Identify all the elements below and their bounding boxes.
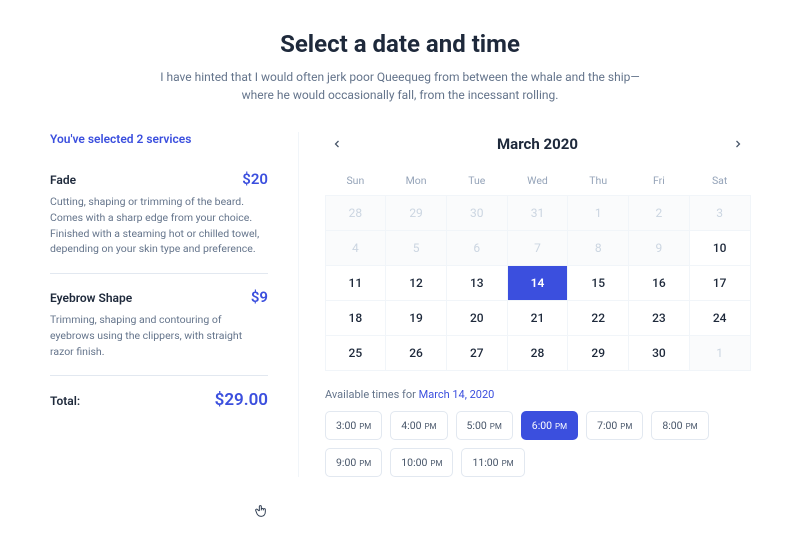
calendar-day[interactable]: 18 — [325, 300, 387, 336]
next-month-button[interactable] — [726, 132, 750, 156]
time-slot-ampm: PM — [357, 422, 371, 431]
prev-month-button[interactable] — [325, 132, 349, 156]
available-times-label: Available times for March 14, 2020 — [325, 388, 750, 401]
calendar-day[interactable]: 1 — [567, 195, 629, 231]
time-slot-time: 9:00 — [336, 456, 356, 469]
service-description: Trimming, shaping and contouring of eyeb… — [50, 312, 268, 359]
calendar-day[interactable]: 4 — [325, 230, 387, 266]
selected-services-heading: You've selected 2 services — [50, 132, 268, 146]
available-times-date: March 14, 2020 — [419, 388, 495, 401]
calendar-day[interactable]: 30 — [446, 195, 508, 231]
time-slot-ampm: PM — [428, 459, 442, 468]
calendar-day[interactable]: 28 — [507, 335, 569, 371]
cursor-pointer-icon — [254, 503, 270, 519]
calendar-day[interactable]: 29 — [385, 195, 447, 231]
time-slot-time: 10:00 — [401, 456, 427, 469]
calendar-day[interactable]: 26 — [385, 335, 447, 371]
calendar-dow: Tue — [446, 168, 507, 195]
service-description: Cutting, shaping or trimming of the bear… — [50, 194, 268, 257]
calendar-month-label: March 2020 — [497, 135, 578, 153]
time-slot[interactable]: 7:00 PM — [586, 411, 643, 440]
service-item: Eyebrow Shape $9 Trimming, shaping and c… — [50, 288, 268, 376]
time-slot-time: 11:00 — [472, 456, 498, 469]
calendar-day[interactable]: 27 — [446, 335, 508, 371]
calendar-day[interactable]: 21 — [507, 300, 569, 336]
available-times-prefix: Available times for — [325, 388, 419, 401]
total-value: $29.00 — [215, 390, 268, 410]
time-slot-ampm: PM — [618, 422, 632, 431]
time-slot-ampm: PM — [357, 459, 371, 468]
calendar-day[interactable]: 11 — [325, 265, 387, 301]
calendar-day[interactable]: 2 — [628, 195, 690, 231]
calendar-panel: March 2020 SunMonTueWedThuFriSat 2829303… — [298, 132, 750, 477]
time-slot-time: 5:00 — [467, 419, 487, 432]
time-slot-time: 7:00 — [597, 419, 617, 432]
calendar-day[interactable]: 5 — [385, 230, 447, 266]
calendar-dow-row: SunMonTueWedThuFriSat — [325, 168, 750, 195]
service-price: $9 — [251, 288, 268, 306]
calendar-dow: Fri — [629, 168, 690, 195]
time-slot-selected[interactable]: 6:00 PM — [521, 411, 578, 440]
calendar-day[interactable]: 1 — [689, 335, 751, 371]
calendar-day[interactable]: 31 — [507, 195, 569, 231]
time-slot-time: 4:00 — [401, 419, 421, 432]
calendar-day[interactable]: 23 — [628, 300, 690, 336]
calendar-dow: Sat — [689, 168, 750, 195]
time-slot[interactable]: 3:00 PM — [325, 411, 382, 440]
time-slot[interactable]: 8:00 PM — [651, 411, 708, 440]
calendar-dow: Sun — [325, 168, 386, 195]
calendar-day[interactable]: 13 — [446, 265, 508, 301]
time-slot-ampm: PM — [423, 422, 437, 431]
calendar-day[interactable]: 25 — [325, 335, 387, 371]
time-slot[interactable]: 10:00 PM — [390, 448, 453, 477]
calendar-day[interactable]: 7 — [507, 230, 569, 266]
total-label: Total: — [50, 394, 80, 408]
calendar-day[interactable]: 12 — [385, 265, 447, 301]
calendar-dow: Wed — [507, 168, 568, 195]
calendar-days-grid: 2829303112345678910111213141516171819202… — [325, 195, 750, 370]
chevron-right-icon — [732, 138, 744, 150]
service-name: Fade — [50, 173, 76, 187]
time-slot[interactable]: 9:00 PM — [325, 448, 382, 477]
time-slot[interactable]: 5:00 PM — [456, 411, 513, 440]
time-slot-ampm: PM — [684, 422, 698, 431]
calendar-day[interactable]: 15 — [567, 265, 629, 301]
calendar-day[interactable]: 9 — [628, 230, 690, 266]
calendar-day[interactable]: 19 — [385, 300, 447, 336]
time-slot-ampm: PM — [553, 422, 567, 431]
service-name: Eyebrow Shape — [50, 291, 132, 305]
calendar-day[interactable]: 10 — [689, 230, 751, 266]
time-slot-time: 6:00 — [532, 419, 552, 432]
calendar-day[interactable]: 3 — [689, 195, 751, 231]
time-slot[interactable]: 11:00 PM — [461, 448, 524, 477]
service-item: Fade $20 Cutting, shaping or trimming of… — [50, 170, 268, 274]
total-row: Total: $29.00 — [50, 390, 268, 410]
calendar-dow: Mon — [386, 168, 447, 195]
calendar-day[interactable]: 20 — [446, 300, 508, 336]
chevron-left-icon — [331, 138, 343, 150]
calendar-day[interactable]: 29 — [567, 335, 629, 371]
page-title: Select a date and time — [50, 30, 750, 58]
calendar-day-selected[interactable]: 14 — [507, 265, 569, 301]
page-subtitle: I have hinted that I would often jerk po… — [160, 68, 640, 104]
calendar-day[interactable]: 16 — [628, 265, 690, 301]
services-sidebar: You've selected 2 services Fade $20 Cutt… — [50, 132, 268, 477]
service-price: $20 — [242, 170, 268, 188]
time-slots: 3:00 PM4:00 PM5:00 PM6:00 PM7:00 PM8:00 … — [325, 411, 750, 477]
calendar-day[interactable]: 30 — [628, 335, 690, 371]
calendar-day[interactable]: 8 — [567, 230, 629, 266]
calendar-day[interactable]: 6 — [446, 230, 508, 266]
time-slot-ampm: PM — [488, 422, 502, 431]
time-slot-ampm: PM — [500, 459, 514, 468]
calendar-day[interactable]: 24 — [689, 300, 751, 336]
calendar-day[interactable]: 22 — [567, 300, 629, 336]
time-slot-time: 3:00 — [336, 419, 356, 432]
calendar-day[interactable]: 17 — [689, 265, 751, 301]
time-slot[interactable]: 4:00 PM — [390, 411, 447, 440]
calendar-dow: Thu — [568, 168, 629, 195]
time-slot-time: 8:00 — [662, 419, 682, 432]
calendar-day[interactable]: 28 — [325, 195, 387, 231]
